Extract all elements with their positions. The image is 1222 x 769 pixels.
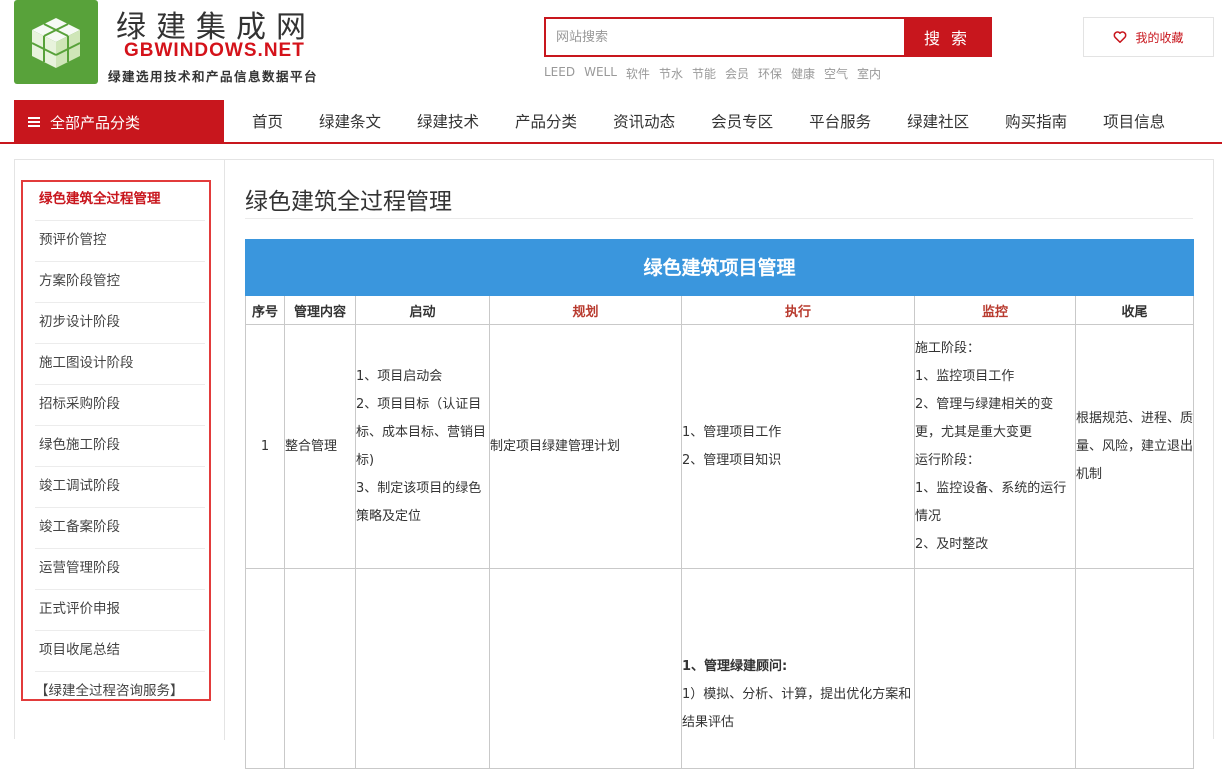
cell-content (284, 568, 356, 769)
sidebar-item-project-closing[interactable]: 项目收尾总结 (35, 631, 205, 672)
content-frame: 绿色建筑全过程管理 预评价管控 方案阶段管控 初步设计阶段 施工图设计阶段 招标… (14, 159, 1214, 769)
cell-line: 1）模拟、分析、计算，提出优化方案和结果评估 (682, 687, 912, 730)
hot-word-link[interactable]: 空气 (824, 65, 848, 82)
col-header-close: 收尾 (1075, 295, 1194, 325)
cell-line: 1、管理项目工作 (682, 424, 782, 440)
col-header-start: 启动 (355, 295, 490, 325)
cell-no: 1 (245, 324, 285, 569)
cell-close (1075, 568, 1194, 769)
cell-plan (489, 568, 682, 769)
nav-item-projects[interactable]: 项目信息 (1085, 110, 1183, 132)
sidebar-list: 绿色建筑全过程管理 预评价管控 方案阶段管控 初步设计阶段 施工图设计阶段 招标… (35, 180, 205, 713)
sidebar-item-scheme-stage[interactable]: 方案阶段管控 (35, 262, 205, 303)
cell-close: 根据规范、进程、质量、风险，建立退出机制 (1075, 324, 1194, 569)
col-header-plan: 规划 (489, 295, 682, 325)
sidebar-item-preliminary-design[interactable]: 初步设计阶段 (35, 303, 205, 344)
table-row: 1、管理绿建顾问: 1）模拟、分析、计算，提出优化方案和结果评估 (245, 568, 1194, 769)
cell-content: 整合管理 (284, 324, 356, 569)
nav-item-community[interactable]: 绿建社区 (889, 110, 987, 132)
cell-line: 2、管理项目知识 (682, 452, 782, 468)
hot-word-link[interactable]: WELL (584, 65, 617, 82)
sidebar-item-green-construction[interactable]: 绿色施工阶段 (35, 426, 205, 467)
cell-line: 施工阶段： (915, 340, 981, 356)
nav-item-home[interactable]: 首页 (234, 110, 301, 132)
all-categories-label: 全部产品分类 (50, 113, 141, 132)
heart-icon (1114, 31, 1127, 44)
all-categories-button[interactable]: 全部产品分类 (14, 100, 224, 144)
sidebar-item-operation[interactable]: 运营管理阶段 (35, 549, 205, 590)
col-header-content: 管理内容 (284, 295, 356, 325)
nav-item-news[interactable]: 资讯动态 (595, 110, 693, 132)
table-header-row: 序号 管理内容 启动 规划 执行 监控 收尾 (245, 295, 1194, 325)
title-divider (245, 218, 1193, 219)
cell-line: 2、项目目标（认证目标、成本目标、营销目标) (356, 396, 487, 468)
cell-monitor (914, 568, 1076, 769)
search-button[interactable]: 搜 索 (904, 17, 990, 57)
cell-line: 1、管理绿建顾问: (682, 653, 914, 681)
cell-exec: 1、管理绿建顾问: 1）模拟、分析、计算，提出优化方案和结果评估 (681, 568, 915, 769)
hot-search-words: LEED WELL 软件 节水 节能 会员 环保 健康 空气 室内 (544, 65, 881, 82)
page-title: 绿色建筑全过程管理 (245, 189, 452, 215)
cube-logo-icon[interactable] (14, 0, 98, 84)
search-input[interactable] (546, 19, 908, 55)
col-header-monitor: 监控 (914, 295, 1076, 325)
nav-item-products[interactable]: 产品分类 (497, 110, 595, 132)
sidebar-item-whole-process[interactable]: 绿色建筑全过程管理 (35, 180, 205, 221)
cell-exec: 1、管理项目工作 2、管理项目知识 (681, 324, 915, 569)
hot-word-link[interactable]: 节水 (659, 65, 683, 82)
hot-word-link[interactable]: 环保 (758, 65, 782, 82)
sidebar-item-formal-evaluation[interactable]: 正式评价申报 (35, 590, 205, 631)
table-row: 1 整合管理 1、项目启动会 2、项目目标（认证目标、成本目标、营销目标) 3、… (245, 324, 1194, 569)
cell-line: 2、及时整改 (915, 536, 989, 552)
menu-icon (28, 117, 40, 127)
col-header-no: 序号 (245, 295, 285, 325)
favorites-label: 我的收藏 (1135, 30, 1184, 45)
table-banner: 绿色建筑项目管理 (245, 239, 1194, 296)
sidebar-item-bidding-procurement[interactable]: 招标采购阶段 (35, 385, 205, 426)
sidebar-item-commissioning[interactable]: 竣工调试阶段 (35, 467, 205, 508)
cell-line: 1、监控设备、系统的运行情况 (915, 480, 1067, 524)
site-slogan: 绿建选用技术和产品信息数据平台 (108, 69, 319, 84)
cell-subtitle: 1、管理绿建顾问: (682, 659, 788, 674)
nav-item-members[interactable]: 会员专区 (693, 110, 791, 132)
cell-line: 运行阶段： (915, 452, 981, 468)
cell-monitor: 施工阶段： 1、监控项目工作 2、管理与绿建相关的变更，尤其是重大变更 运行阶段… (914, 324, 1076, 569)
sidebar-item-construction-drawing[interactable]: 施工图设计阶段 (35, 344, 205, 385)
hot-word-link[interactable]: 健康 (791, 65, 815, 82)
cell-no (245, 568, 285, 769)
hot-word-link[interactable]: 会员 (725, 65, 749, 82)
cell-line: 3、制定该项目的绿色策略及定位 (356, 480, 482, 524)
nav-item-buying-guide[interactable]: 购买指南 (987, 110, 1085, 132)
cell-start (355, 568, 490, 769)
favorites-button[interactable]: 我的收藏 (1083, 17, 1214, 57)
search-box: 搜 索 (544, 17, 992, 57)
nav-item-standards[interactable]: 绿建条文 (301, 110, 399, 132)
main-nav: 全部产品分类 首页 绿建条文 绿建技术 产品分类 资讯动态 会员专区 平台服务 … (0, 100, 1222, 144)
nav-item-technology[interactable]: 绿建技术 (399, 110, 497, 132)
hot-word-link[interactable]: 室内 (857, 65, 881, 82)
site-header: 绿建集成网 GBWINDOWS.NET 绿建选用技术和产品信息数据平台 搜 索 … (0, 0, 1222, 100)
hot-word-link[interactable]: 节能 (692, 65, 716, 82)
hot-word-link[interactable]: 软件 (626, 65, 650, 82)
hot-word-link[interactable]: LEED (544, 65, 575, 82)
site-domain: GBWINDOWS.NET (124, 40, 305, 61)
project-management-table: 绿色建筑项目管理 序号 管理内容 启动 规划 执行 监控 收尾 1 整合管理 1… (245, 239, 1194, 769)
sidebar-item-consulting-service[interactable]: 【绿建全过程咨询服务】 (35, 672, 205, 713)
cell-line: 2、管理与绿建相关的变更，尤其是重大变更 (915, 396, 1054, 440)
cell-line: 1、项目启动会 (356, 368, 443, 384)
sidebar-item-pre-evaluation[interactable]: 预评价管控 (35, 221, 205, 262)
cell-line: 1、监控项目工作 (915, 368, 1015, 384)
cell-start: 1、项目启动会 2、项目目标（认证目标、成本目标、营销目标) 3、制定该项目的绿… (355, 324, 490, 569)
cell-plan: 制定项目绿建管理计划 (489, 324, 682, 569)
nav-items: 首页 绿建条文 绿建技术 产品分类 资讯动态 会员专区 平台服务 绿建社区 购买… (234, 100, 1183, 142)
sidebar-item-completion-filing[interactable]: 竣工备案阶段 (35, 508, 205, 549)
nav-item-services[interactable]: 平台服务 (791, 110, 889, 132)
sidebar: 绿色建筑全过程管理 预评价管控 方案阶段管控 初步设计阶段 施工图设计阶段 招标… (15, 160, 225, 740)
col-header-exec: 执行 (681, 295, 915, 325)
